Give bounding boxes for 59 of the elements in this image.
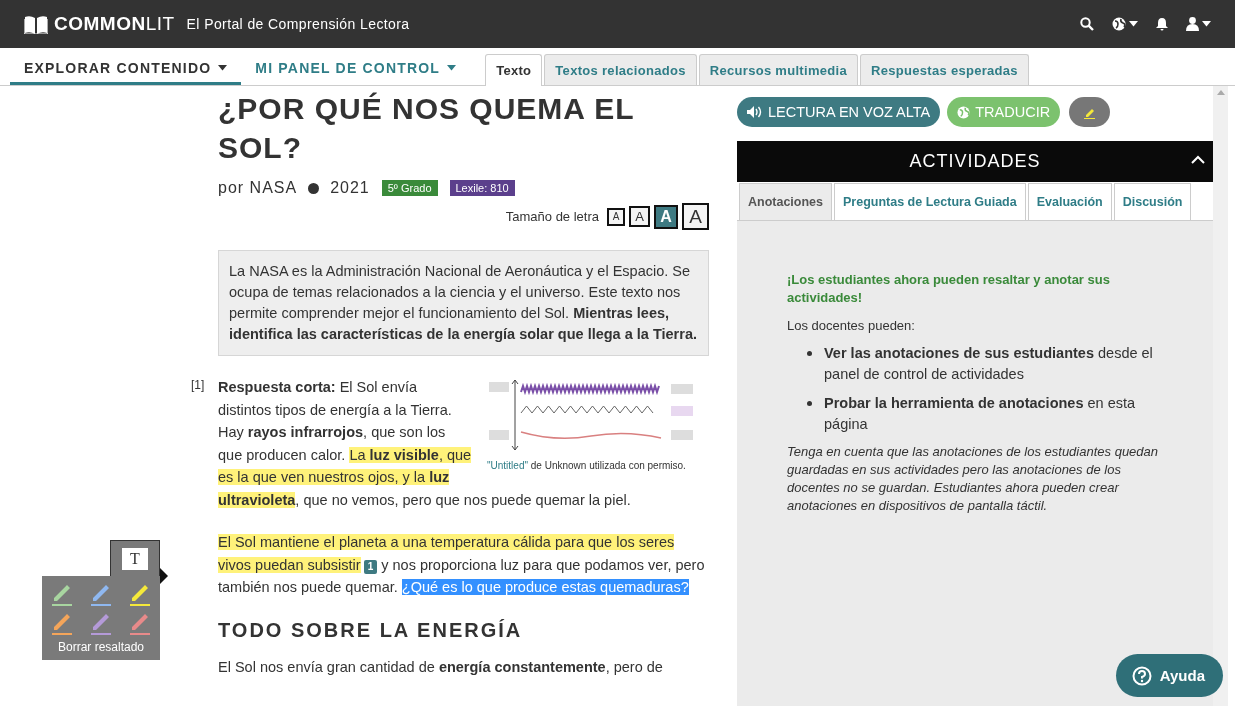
paragraph: El Sol nos envía gran cantidad de energía constantemente, pero de	[218, 657, 664, 677]
clear-highlight-button[interactable]: Borrar resaltado	[57, 638, 144, 654]
source-link[interactable]: "Untitled"	[487, 460, 528, 471]
user-icon[interactable]	[1186, 17, 1199, 31]
font-size-button[interactable]: A	[629, 206, 650, 227]
pointer-arrow	[160, 568, 168, 584]
caret-icon	[218, 65, 228, 71]
lead-text: Los docentes pueden:	[787, 317, 916, 335]
panel-title: ACTIVIDADES	[909, 151, 1041, 172]
activity-tab[interactable]: Discusión	[1113, 183, 1192, 220]
collapse-icon[interactable]	[1191, 155, 1205, 164]
caret-icon	[1129, 21, 1138, 27]
separator-dot	[308, 182, 320, 194]
scroll-up-icon[interactable]	[1216, 90, 1225, 95]
content-tab[interactable]: Recursos multimedia	[698, 54, 858, 85]
article-title: ¿POR QUÉ NOS QUEMA EL SOL?	[218, 91, 636, 166]
list-item: Probar la herramienta de anotaciones en esta página	[824, 394, 1137, 434]
activity-tab[interactable]: Anotaciones	[739, 183, 832, 220]
font-size-button[interactable]: A	[607, 207, 625, 226]
nav-menu[interactable]: MI PANEL DE CONTROL	[241, 60, 471, 85]
image-caption: "Untitled" de Unknown utilizada con permiso.	[487, 460, 687, 471]
caret-icon	[447, 65, 457, 71]
tag: Lexile: 810	[449, 180, 515, 196]
read-aloud-button[interactable]: LECTURA EN VOZ ALTA	[737, 97, 941, 127]
paragraph: El Sol mantiene el planeta a una temperatura cálida para que los seres vivos puedan subsistir 1 y nos proporciona luz para que podamos ver, pero también nos puede quemar. ¿Qué es lo que produce estas quemaduras?	[218, 533, 706, 597]
speaker-icon	[747, 106, 763, 118]
notice-text: ¡Los estudiantes ahora pueden resaltar y anotar sus actividades!	[787, 271, 1111, 307]
globe-icon	[957, 105, 971, 119]
highlighter-button[interactable]	[1069, 97, 1111, 127]
font-size-label: Tamaño de letra	[505, 209, 599, 224]
list-item: Ver las anotaciones de sus estudiantes desde el panel de control de actividades	[824, 344, 1154, 384]
search-icon[interactable]	[1080, 17, 1094, 31]
logo-text[interactable]: COMMONLIT	[54, 13, 175, 35]
font-size-button[interactable]: A	[682, 203, 709, 230]
bullet-dot	[807, 351, 812, 356]
activity-tab[interactable]: Evaluación	[1027, 183, 1112, 220]
globe-icon[interactable]	[1112, 17, 1126, 31]
content-tab[interactable]: Texto	[485, 54, 543, 86]
tag: 5º Grado	[381, 180, 438, 196]
footnote-marker[interactable]: 1	[363, 559, 378, 574]
help-icon	[1131, 665, 1152, 686]
bullet-dot	[807, 401, 812, 406]
section-heading: TODO SOBRE LA ENERGÍA	[218, 618, 524, 642]
bell-icon[interactable]	[1156, 17, 1168, 31]
activity-tab[interactable]: Preguntas de Lectura Guiada	[834, 183, 1026, 220]
site-subtitle: El Portal de Comprensión Lectora	[186, 16, 410, 32]
book-icon	[24, 14, 48, 34]
author: por NASA	[218, 179, 298, 197]
text-note-button[interactable]: T	[122, 547, 148, 570]
font-size-button[interactable]: A	[654, 204, 678, 229]
caret-icon	[1202, 21, 1211, 27]
help-button[interactable]: Ayuda	[1115, 654, 1223, 697]
content-tab[interactable]: Respuestas esperadas	[860, 54, 1029, 85]
note-text: Tenga en cuenta que las anotaciones de los estudiantes quedan guardadas en sus actividades pero las anotaciones de los docentes no se guardan. Estudiantes ahora pueden crear anotaciones en dispositivos de pantalla táctil.	[787, 443, 1160, 515]
nav-menu[interactable]: EXPLORAR CONTENIDO	[10, 60, 242, 85]
content-tab[interactable]: Textos relacionados	[544, 54, 697, 85]
year: 2021	[330, 179, 370, 197]
intro-text: La NASA es la Administración Nacional de Aeronáutica y el Espacio. Se ocupa de temas relacionados a la ciencia y el universo. Este texto nos permite comprender mejor el funcionamiento del Sol. Mientras lees, identifica las características de la energía solar que llega a la Tierra.	[218, 250, 709, 356]
paragraph-number: [1]	[191, 378, 205, 392]
